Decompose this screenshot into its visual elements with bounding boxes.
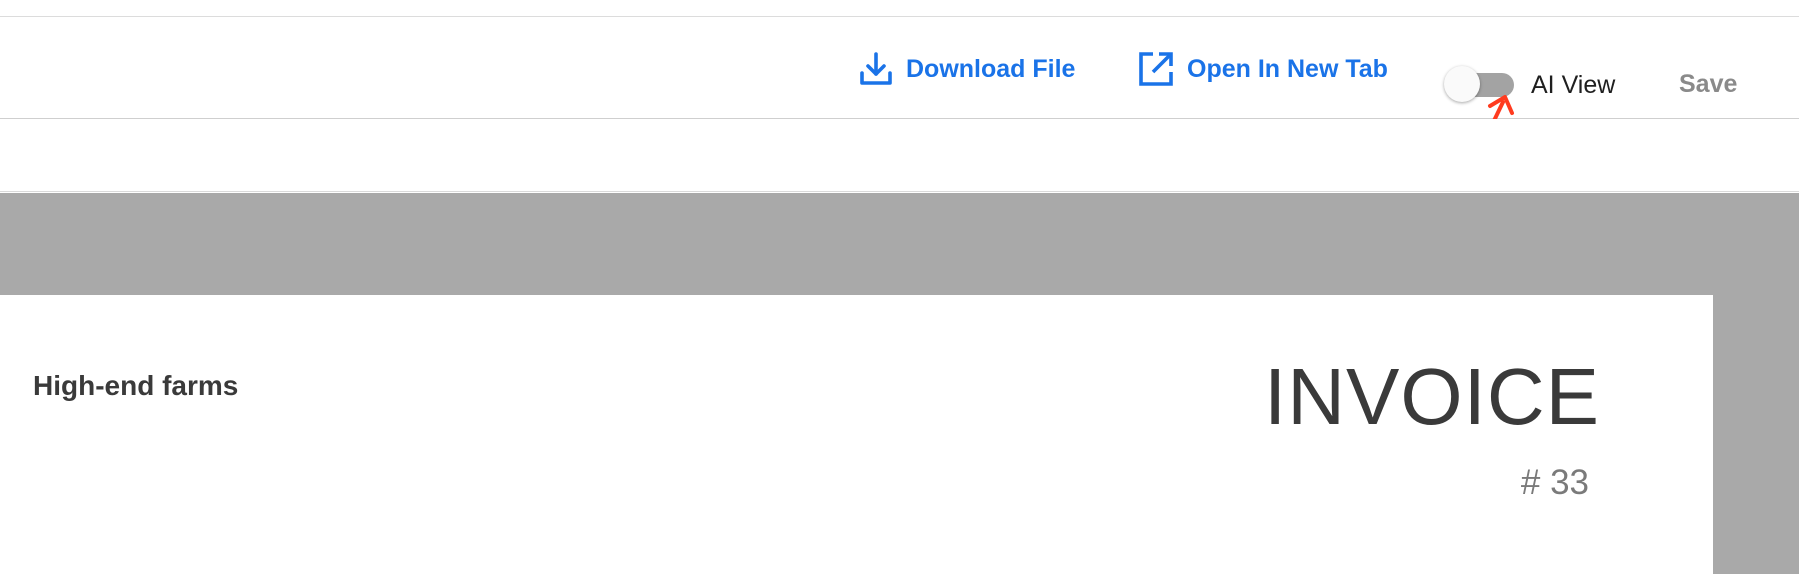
app-root: Download File Open In New Tab AI View Sa…: [0, 0, 1799, 574]
ai-view-label: AI View: [1531, 71, 1616, 99]
invoice-number: # 33: [1520, 463, 1589, 502]
open-in-new-icon: [1137, 50, 1175, 88]
download-file-label: Download File: [906, 54, 1076, 83]
invoice-title: INVOICE: [1264, 352, 1600, 441]
company-name: High-end farms: [33, 370, 239, 401]
save-button[interactable]: Save: [1679, 70, 1737, 99]
download-icon: [858, 51, 894, 87]
invoice-page: High-end farms INVOICE # 33: [0, 295, 1713, 574]
download-file-button[interactable]: Download File: [858, 51, 1075, 87]
open-in-new-tab-button[interactable]: Open In New Tab: [1137, 51, 1388, 87]
secondary-bar: [0, 119, 1799, 192]
document-viewer[interactable]: High-end farms INVOICE # 33: [0, 193, 1799, 574]
open-in-new-tab-label: Open In New Tab: [1187, 54, 1388, 83]
